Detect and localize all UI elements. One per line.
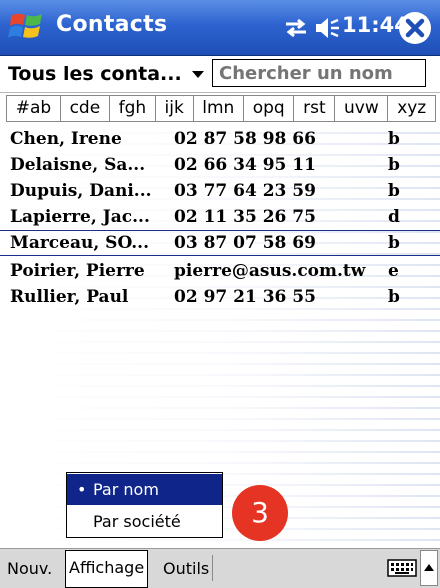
contact-name: Chen, Irene [10, 129, 122, 149]
view-menu-button[interactable]: Affichage [65, 550, 149, 588]
contact-row[interactable]: Delaisne, Sa... 02 66 34 95 11 b [0, 153, 440, 177]
volume-icon[interactable] [313, 14, 341, 42]
contact-row[interactable]: Lapierre, Jac... 02 11 35 26 75 d [0, 205, 440, 229]
search-input[interactable] [212, 59, 426, 87]
filter-row: Tous les conta... [0, 56, 440, 93]
letter-tab-fgh[interactable]: fgh [110, 96, 156, 121]
menu-item-by-name[interactable]: • Par nom [67, 474, 222, 505]
contact-phone: pierre@asus.com.tw [174, 261, 366, 281]
letter-tab-lmn[interactable]: lmn [194, 96, 245, 121]
contact-phone: 03 77 64 23 59 [174, 181, 316, 201]
contact-row[interactable]: Dupuis, Dani... 03 77 64 23 59 b [0, 179, 440, 203]
contact-name: Marceau, SO... [10, 233, 150, 253]
keyboard-icon[interactable] [387, 558, 417, 578]
contact-row[interactable]: Rullier, Paul 02 97 21 36 55 b [0, 285, 440, 309]
chevron-up-icon [424, 564, 434, 571]
contact-type: b [388, 129, 400, 149]
contact-type: b [388, 181, 400, 201]
contact-phone: 03 87 07 58 69 [174, 233, 316, 253]
contact-name: Dupuis, Dani... [10, 181, 152, 201]
new-button[interactable]: Nouv. [4, 555, 55, 582]
title-bar: Contacts 11:44 [0, 0, 440, 56]
contact-row[interactable]: Chen, Irene 02 87 58 98 66 b [0, 127, 440, 151]
close-icon[interactable] [398, 11, 432, 45]
contact-row[interactable]: Poirier, Pierre pierre@asus.com.tw e [0, 259, 440, 283]
menu-bar: Nouv. Affichage Outils [0, 548, 440, 588]
contact-phone: 02 11 35 26 75 [174, 207, 316, 227]
callout-badge: 3 [232, 485, 288, 541]
connectivity-icon[interactable] [283, 15, 309, 41]
bullet-icon: • [77, 480, 87, 499]
letter-tab-xyz[interactable]: xyz [388, 96, 434, 121]
view-popup-menu: • Par nom Par société [66, 472, 223, 538]
letter-tabs: #ab cde fgh ijk lmn opq rst uvw xyz [6, 95, 436, 122]
contact-name: Lapierre, Jac... [10, 207, 150, 227]
contact-name: Rullier, Paul [10, 287, 129, 307]
input-panel-toggle-button[interactable] [420, 550, 438, 586]
menu-item-by-company[interactable]: Par société [67, 506, 222, 537]
letter-tab-cde[interactable]: cde [61, 96, 110, 121]
contact-type: b [388, 287, 400, 307]
category-label: Tous les conta... [8, 63, 182, 85]
contact-name: Delaisne, Sa... [10, 155, 146, 175]
contact-type: d [388, 207, 400, 227]
contact-type: e [388, 261, 399, 281]
contact-phone: 02 87 58 98 66 [174, 129, 316, 149]
app-title: Contacts [56, 12, 168, 37]
contact-phone: 02 97 21 36 55 [174, 287, 316, 307]
menu-item-label: Par nom [93, 480, 159, 499]
contact-name: Poirier, Pierre [10, 261, 145, 281]
letter-tab-ab[interactable]: #ab [7, 96, 61, 121]
contact-row-selected[interactable]: Marceau, SO... 03 87 07 58 69 b [0, 230, 440, 256]
contact-type: b [388, 233, 400, 253]
tools-menu-button[interactable]: Outils [160, 555, 212, 582]
menu-separator [212, 555, 213, 581]
letter-tab-uvw[interactable]: uvw [335, 96, 389, 121]
menu-item-label: Par société [93, 512, 181, 531]
letter-tab-opq[interactable]: opq [244, 96, 295, 121]
windows-start-icon[interactable] [8, 8, 46, 46]
letter-tab-rst[interactable]: rst [294, 96, 336, 121]
chevron-down-icon [191, 70, 204, 78]
letter-tab-ijk[interactable]: ijk [156, 96, 194, 121]
contact-phone: 02 66 34 95 11 [174, 155, 316, 175]
contact-type: b [388, 155, 400, 175]
category-dropdown[interactable]: Tous les conta... [8, 60, 204, 88]
